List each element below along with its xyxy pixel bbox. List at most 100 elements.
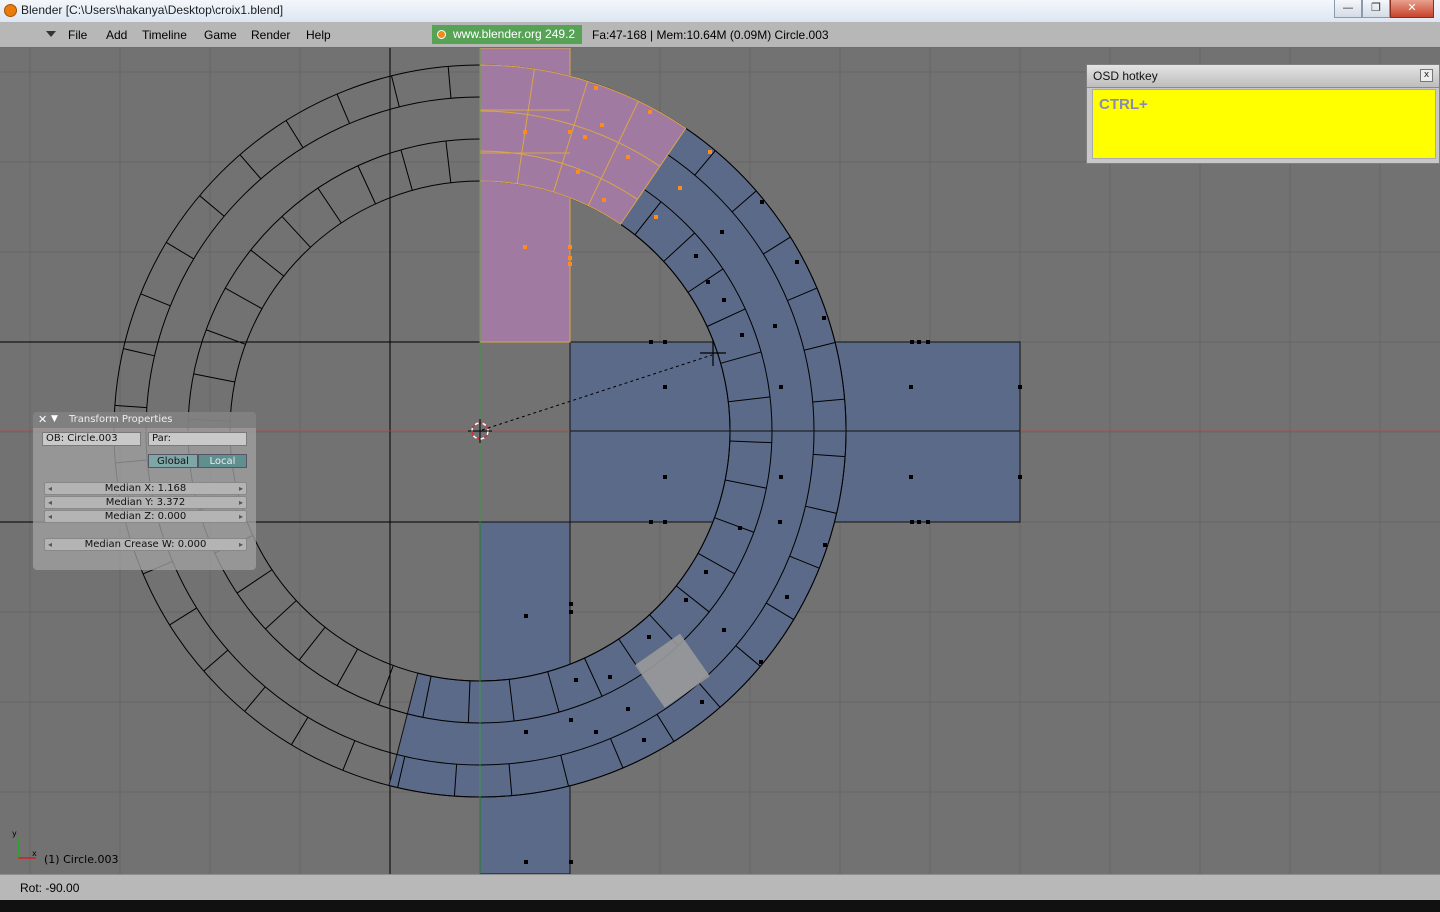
osd-title: OSD hotkey [1093,69,1158,83]
menu-game[interactable]: Game [204,28,237,42]
mesh-vertex [722,298,726,302]
selected-vertex [708,150,712,154]
mesh-vertex [785,595,789,599]
mesh-vertex [663,475,667,479]
mesh-vertex [574,678,578,682]
ring-segment-edge [123,348,155,357]
panel-header[interactable]: ✕ ▼ Transform Properties [33,412,256,428]
decrement-arrow-icon[interactable]: ◂ [48,539,52,550]
median-z-value: Median Z: 0.000 [104,511,187,522]
window-titlebar: Blender [C:\Users\hakanya\Desktop\croix1… [0,0,1440,23]
increment-arrow-icon[interactable]: ▸ [239,511,243,522]
osd-hotkey-text: CTRL+ [1099,96,1148,113]
maximize-button[interactable]: ❐ [1362,0,1390,18]
local-toggle[interactable]: Local [198,454,247,468]
selected-vertex [602,198,606,202]
mesh-vertex [524,730,528,734]
increment-arrow-icon[interactable]: ▸ [239,483,243,494]
ring-segment-edge [236,569,273,594]
mesh-vertex [822,316,826,320]
median-x-field[interactable]: ◂ Median X: 1.168 ▸ [44,482,247,495]
ring-segment-edge [357,165,376,205]
active-object-label: (1) Circle.003 [44,853,119,866]
selected-vertex [594,86,598,90]
ring-segment-edge [391,75,400,108]
ring-segment-edge [203,649,229,672]
mesh-vertex [778,520,782,524]
osd-hotkey-window[interactable]: OSD hotkey x CTRL+ [1086,64,1440,164]
decrement-arrow-icon[interactable]: ◂ [48,497,52,508]
axis-gizmo: x y [12,829,37,859]
mesh-vertex [663,385,667,389]
menu-render[interactable]: Render [251,28,290,42]
mesh-vertex [642,738,646,742]
mesh-vertex [649,520,653,524]
mesh-vertex [909,475,913,479]
median-x-value: Median X: 1.168 [104,483,187,494]
menu-help[interactable]: Help [306,28,331,42]
ring-segment-edge [169,607,197,626]
ring-segment-edge [199,195,225,217]
axis-y-label: y [12,829,17,838]
mesh-vertex [626,707,630,711]
menu-file[interactable]: File [68,28,87,42]
ring-segment-edge [285,120,304,148]
selected-vertex [568,130,572,134]
median-y-value: Median Y: 3.372 [105,497,186,508]
ring-segment-edge [265,600,297,630]
median-crease-field[interactable]: ◂ Median Crease W: 0.000 ▸ [44,538,247,551]
ring-segment-edge [336,648,359,686]
mesh-vertex [569,718,573,722]
osd-display: CTRL+ [1092,89,1436,159]
selected-vertex [600,123,604,127]
scene-stats: Fa:47-168 | Mem:10.64M (0.09M) Circle.00… [592,28,829,42]
menu-collapse-icon[interactable] [46,31,56,37]
menu-add[interactable]: Add [106,28,127,42]
decrement-arrow-icon[interactable]: ◂ [48,483,52,494]
object-name-field[interactable]: OB: Circle.003 [42,432,141,446]
menu-timeline[interactable]: Timeline [142,28,187,42]
ring-segment-edge [193,373,235,383]
mesh-vertex [779,475,783,479]
median-y-field[interactable]: ◂ Median Y: 3.372 ▸ [44,496,247,509]
ring-segment-edge [239,154,262,180]
window-bottom-edge [0,900,1440,912]
mesh-vertex [917,340,921,344]
selected-vertex [568,256,572,260]
mesh-vertex [720,230,724,234]
median-crease-value: Median Crease W: 0.000 [84,539,207,550]
selected-vertex [576,170,580,174]
blender-app-icon [4,4,17,17]
close-window-button[interactable]: ✕ [1390,0,1434,18]
rotation-readout: Rot: -90.00 [20,881,80,895]
ring-segment-edge [400,149,413,191]
selected-vertex [568,245,572,249]
median-z-field[interactable]: ◂ Median Z: 0.000 ▸ [44,510,247,523]
ring-segment-edge [166,242,194,260]
mesh-vertex [910,340,914,344]
selected-vertex [523,130,527,134]
mesh-vertex [722,628,726,632]
decrement-arrow-icon[interactable]: ◂ [48,511,52,522]
ring-segment-edge [342,740,356,771]
selected-vertex [568,262,572,266]
panel-collapse-icon[interactable]: ▼ [51,414,58,424]
osd-close-button[interactable]: x [1420,69,1433,82]
increment-arrow-icon[interactable]: ▸ [239,539,243,550]
minimize-button[interactable]: — [1334,0,1362,18]
ring-segment-edge [250,249,285,277]
panel-close-icon[interactable]: ✕ [38,413,47,426]
mesh-vertex [649,340,653,344]
3d-viewport[interactable]: x y ✕ ▼ Transform Properties OB: Circle.… [0,48,1440,874]
mesh-vertex [663,520,667,524]
mesh-vertex [773,324,777,328]
parent-field[interactable]: Par: [148,432,247,446]
ring-segment-edge [225,287,263,310]
mesh-vertex [909,385,913,389]
osd-header[interactable]: OSD hotkey x [1087,65,1439,88]
blender-url-badge[interactable]: www.blender.org 249.2 [432,25,582,44]
increment-arrow-icon[interactable]: ▸ [239,497,243,508]
status-bar: Rot: -90.00 [0,874,1440,900]
global-toggle[interactable]: Global [148,454,198,468]
transform-properties-panel[interactable]: ✕ ▼ Transform Properties OB: Circle.003 … [33,412,256,570]
